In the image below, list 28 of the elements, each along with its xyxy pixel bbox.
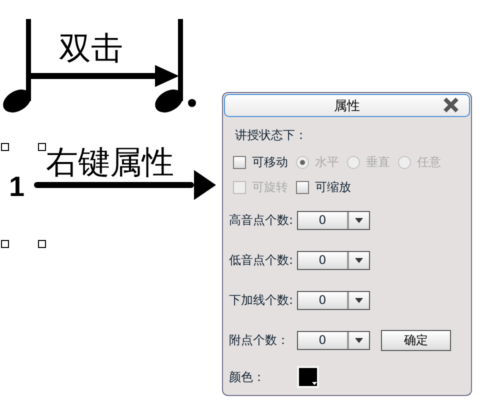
dropdown[interactable]: 0 — [297, 210, 370, 230]
digit-label: 1 — [9, 172, 25, 202]
checkbox[interactable]: 可缩放 — [296, 179, 351, 196]
annotation-label: 右键属性 — [46, 144, 174, 180]
field-label: 附点个数： — [229, 332, 290, 348]
selection-handle[interactable] — [38, 143, 46, 151]
caret-icon — [312, 382, 317, 385]
dropdown[interactable]: 0 — [297, 330, 370, 350]
field-label: 高音点个数: — [229, 212, 294, 228]
checkbox[interactable]: 可移动 — [233, 154, 288, 171]
confirm-button[interactable]: 确定 — [381, 330, 451, 350]
caret-icon — [355, 338, 363, 342]
section-label: 讲授状态下： — [235, 127, 308, 144]
dropdown[interactable]: 0 — [297, 250, 370, 270]
dropdown[interactable]: 0 — [297, 290, 370, 310]
selection-handle[interactable] — [38, 240, 46, 248]
dialog-title: 属性 — [334, 98, 360, 114]
selection-handle[interactable] — [1, 143, 9, 151]
caret-icon — [355, 258, 363, 262]
caret-icon — [355, 298, 363, 302]
annotation-label: 双击 — [59, 30, 123, 66]
caret-icon — [355, 218, 363, 222]
selection-handle[interactable] — [1, 240, 9, 248]
field-label: 下加线个数: — [229, 292, 294, 308]
field-label: 颜色： — [229, 368, 266, 386]
color-picker[interactable] — [297, 366, 319, 388]
close-icon[interactable] — [443, 97, 459, 113]
field-label: 低音点个数: — [229, 252, 294, 268]
